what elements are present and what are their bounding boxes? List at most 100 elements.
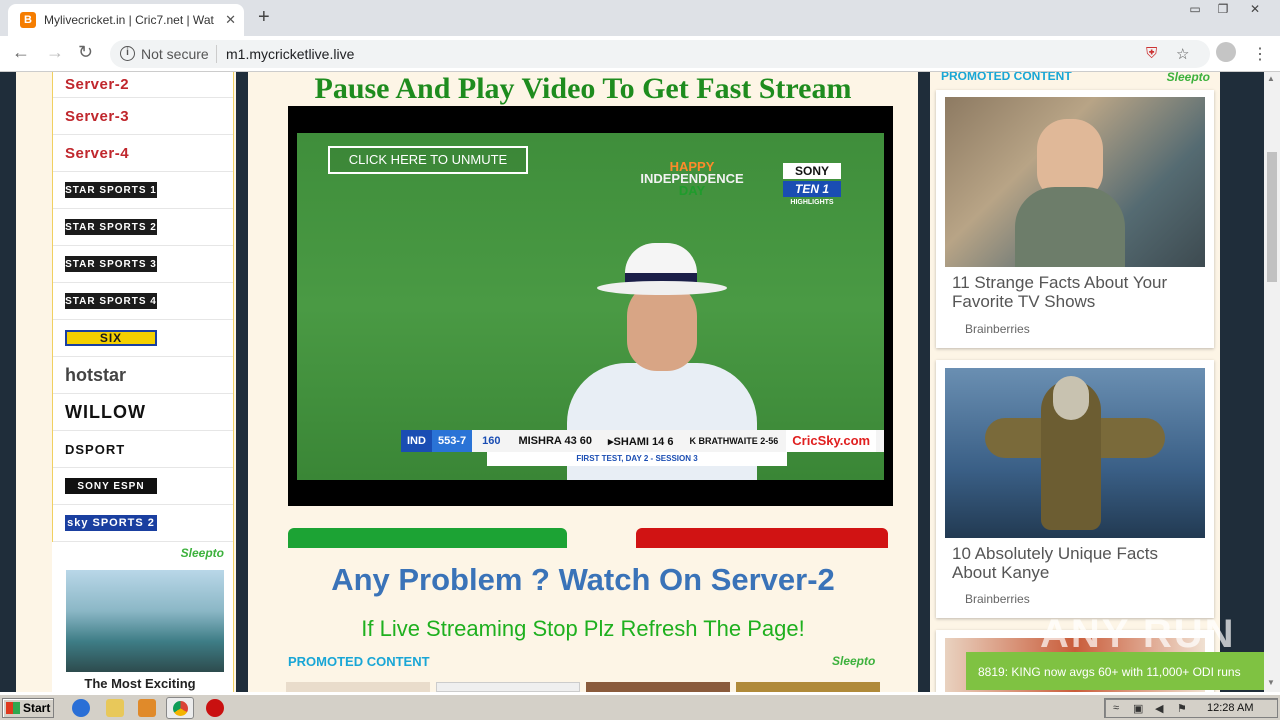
server-3-link[interactable]: Server-3 [65,108,129,125]
blocked-content-icon[interactable]: ⛨ [1146,45,1157,62]
menu-item-star-sports-2[interactable]: STAR SPORTS 2 [53,209,233,246]
promo-card-title[interactable]: 10 Absolutely Unique Facts About Kanye [952,544,1202,582]
left-sidebar-ad[interactable]: Sleepto The Most Exciting [52,542,228,692]
menu-item-star-sports-4[interactable]: STAR SPORTS 4 [53,283,233,320]
tray-arrow-icon[interactable]: ≈ [1113,702,1119,714]
ie-icon[interactable] [72,699,90,717]
promo-thumb[interactable] [436,682,580,692]
scroll-up-icon[interactable]: ▲ [1267,74,1275,83]
menu-item-hotstar[interactable]: hotstar [53,357,233,394]
promo-thumb[interactable] [586,682,730,692]
media-player-icon[interactable] [138,699,156,717]
hat-brim [597,281,727,295]
omnibox[interactable]: i Not secure m1.mycricketlive.live ⛨ ☆ [110,40,1210,68]
menu-item-six[interactable]: SIX [53,320,233,357]
sky-sports-2-logo[interactable]: sky SPORTS 2 [65,515,157,531]
forward-arrow-icon[interactable]: → [46,42,64,63]
server-2-link[interactable]: Server-2 [65,76,129,93]
folder-icon[interactable] [106,699,124,717]
hotstar-logo[interactable]: hotstar [65,365,126,386]
star-sports-2-logo[interactable]: STAR SPORTS 2 [65,219,157,235]
menu-item-willow[interactable]: WILLOW [53,394,233,431]
sleepto-logo-right: Sleepto [1166,72,1210,84]
web-page: Server-2 Server-3 Server-4 STAR SPORTS 1… [0,72,1264,692]
browser-menu-icon[interactable]: ⋮ [1252,44,1268,64]
score-ticker[interactable]: 8819: KING now avgs 60+ with 11,000+ ODI… [966,652,1264,690]
windows-taskbar: Start ≈ ▣ ◀ ⚑ 12:28 AM [0,694,1280,720]
flag-icon[interactable]: ⚑ [1177,702,1187,715]
star-sports-4-logo[interactable]: STAR SPORTS 4 [65,293,157,309]
ten1-word: TEN 1 [783,181,841,197]
restore-icon[interactable]: ❐ [1208,0,1238,20]
network-icon[interactable]: ▣ [1133,702,1143,715]
promo-thumb[interactable] [286,682,430,692]
menu-item-dsport[interactable]: DSPORT [53,431,233,468]
score-runs: 553-7 [431,430,473,452]
star-sports-3-logo[interactable]: STAR SPORTS 3 [65,256,157,272]
promo-card-title[interactable]: 11 Strange Facts About Your Favorite TV … [952,273,1202,311]
url-text[interactable]: m1.mycricketlive.live [226,46,354,62]
video-player[interactable]: CLICK HERE TO UNMUTE HAPPY INDEPENDENCE … [288,106,893,506]
menu-item-server-4[interactable]: Server-4 [53,135,233,172]
page-scrollbar[interactable]: ▲ ▼ [1264,72,1280,692]
scroll-thumb[interactable] [1267,152,1277,282]
tab-close-icon[interactable]: ✕ [225,12,236,28]
person-shirt [1015,187,1125,267]
stop-icon[interactable] [206,699,224,717]
problem-heading[interactable]: Any Problem ? Watch On Server-2 [248,562,918,598]
security-label[interactable]: Not secure [141,46,209,62]
menu-item-star-sports-1[interactable]: STAR SPORTS 1 [53,172,233,209]
menu-item-sky-sports-2[interactable]: sky SPORTS 2 [53,505,233,542]
video-frame[interactable]: CLICK HERE TO UNMUTE HAPPY INDEPENDENCE … [297,133,884,480]
overlay-day: DAY [678,183,706,198]
profile-avatar-icon[interactable] [1216,42,1236,62]
scroll-down-icon[interactable]: ▼ [1267,678,1275,687]
server-4-link[interactable]: Server-4 [65,145,129,162]
back-arrow-icon[interactable]: ← [12,42,30,63]
match-info: FIRST TEST, DAY 2 - SESSION 3 [487,452,787,466]
score-team: IND [401,430,432,452]
unmute-button[interactable]: CLICK HERE TO UNMUTE [328,146,528,174]
promo-card[interactable]: 11 Strange Facts About Your Favorite TV … [936,90,1214,348]
right-promoted-content-label: PROMOTED CONTENT [941,72,1072,83]
clock: 12:28 AM [1207,702,1254,714]
page-headline: Pause And Play Video To Get Fast Stream [314,72,852,105]
promo-card[interactable]: 10 Absolutely Unique Facts About Kanye B… [936,360,1214,618]
url-separator [216,45,217,63]
promo-card-image[interactable] [945,368,1205,538]
info-icon[interactable]: i [120,46,135,61]
minimize-icon[interactable]: ▭ [1180,0,1210,20]
umpire-hat [597,243,727,303]
new-tab-icon[interactable]: + [258,6,270,29]
browser-tab[interactable]: B Mylivecricket.in | Cric7.net | Watch L… [8,4,244,36]
sleepto-logo-main: Sleepto [832,654,876,668]
sony-espn-logo[interactable]: SONY ESPN [65,478,157,494]
address-toolbar: ← → ↻ i Not secure m1.mycricketlive.live… [0,36,1280,72]
willow-logo[interactable]: WILLOW [65,402,146,423]
bookmark-star-icon[interactable]: ☆ [1176,45,1189,63]
independence-day-overlay: HAPPY INDEPENDENCE DAY [617,160,767,198]
reload-icon[interactable]: ↻ [78,42,93,63]
batter-2: ▸SHAMI 14 6 [608,435,674,448]
volume-icon[interactable]: ◀ [1155,702,1163,715]
server-button-red[interactable] [636,528,888,548]
six-logo[interactable]: SIX [65,330,157,346]
star-sports-1-logo[interactable]: STAR SPORTS 1 [65,182,157,198]
left-ad-caption[interactable]: The Most Exciting [52,676,228,691]
start-button[interactable]: Start [2,698,54,718]
menu-item-server-3[interactable]: Server-3 [53,98,233,135]
menu-item-sony-espn[interactable]: SONY ESPN [53,468,233,505]
menu-item-server-2[interactable]: Server-2 [53,72,233,98]
server-button-green[interactable] [288,528,567,548]
promo-thumb[interactable] [736,682,880,692]
highlights-word: HIGHLIGHTS [790,199,834,206]
promo-card-image[interactable] [945,97,1205,267]
window-close-icon[interactable]: ✕ [1240,0,1270,20]
dsport-logo[interactable]: DSPORT [65,442,125,457]
chrome-taskbar-button[interactable] [166,697,194,719]
menu-item-star-sports-3[interactable]: STAR SPORTS 3 [53,246,233,283]
anyrun-watermark: ANY RUN [1040,612,1236,656]
sony-word: SONY [783,163,841,179]
blogger-favicon-icon: B [20,12,36,28]
ad-image-skyline[interactable] [66,570,224,672]
